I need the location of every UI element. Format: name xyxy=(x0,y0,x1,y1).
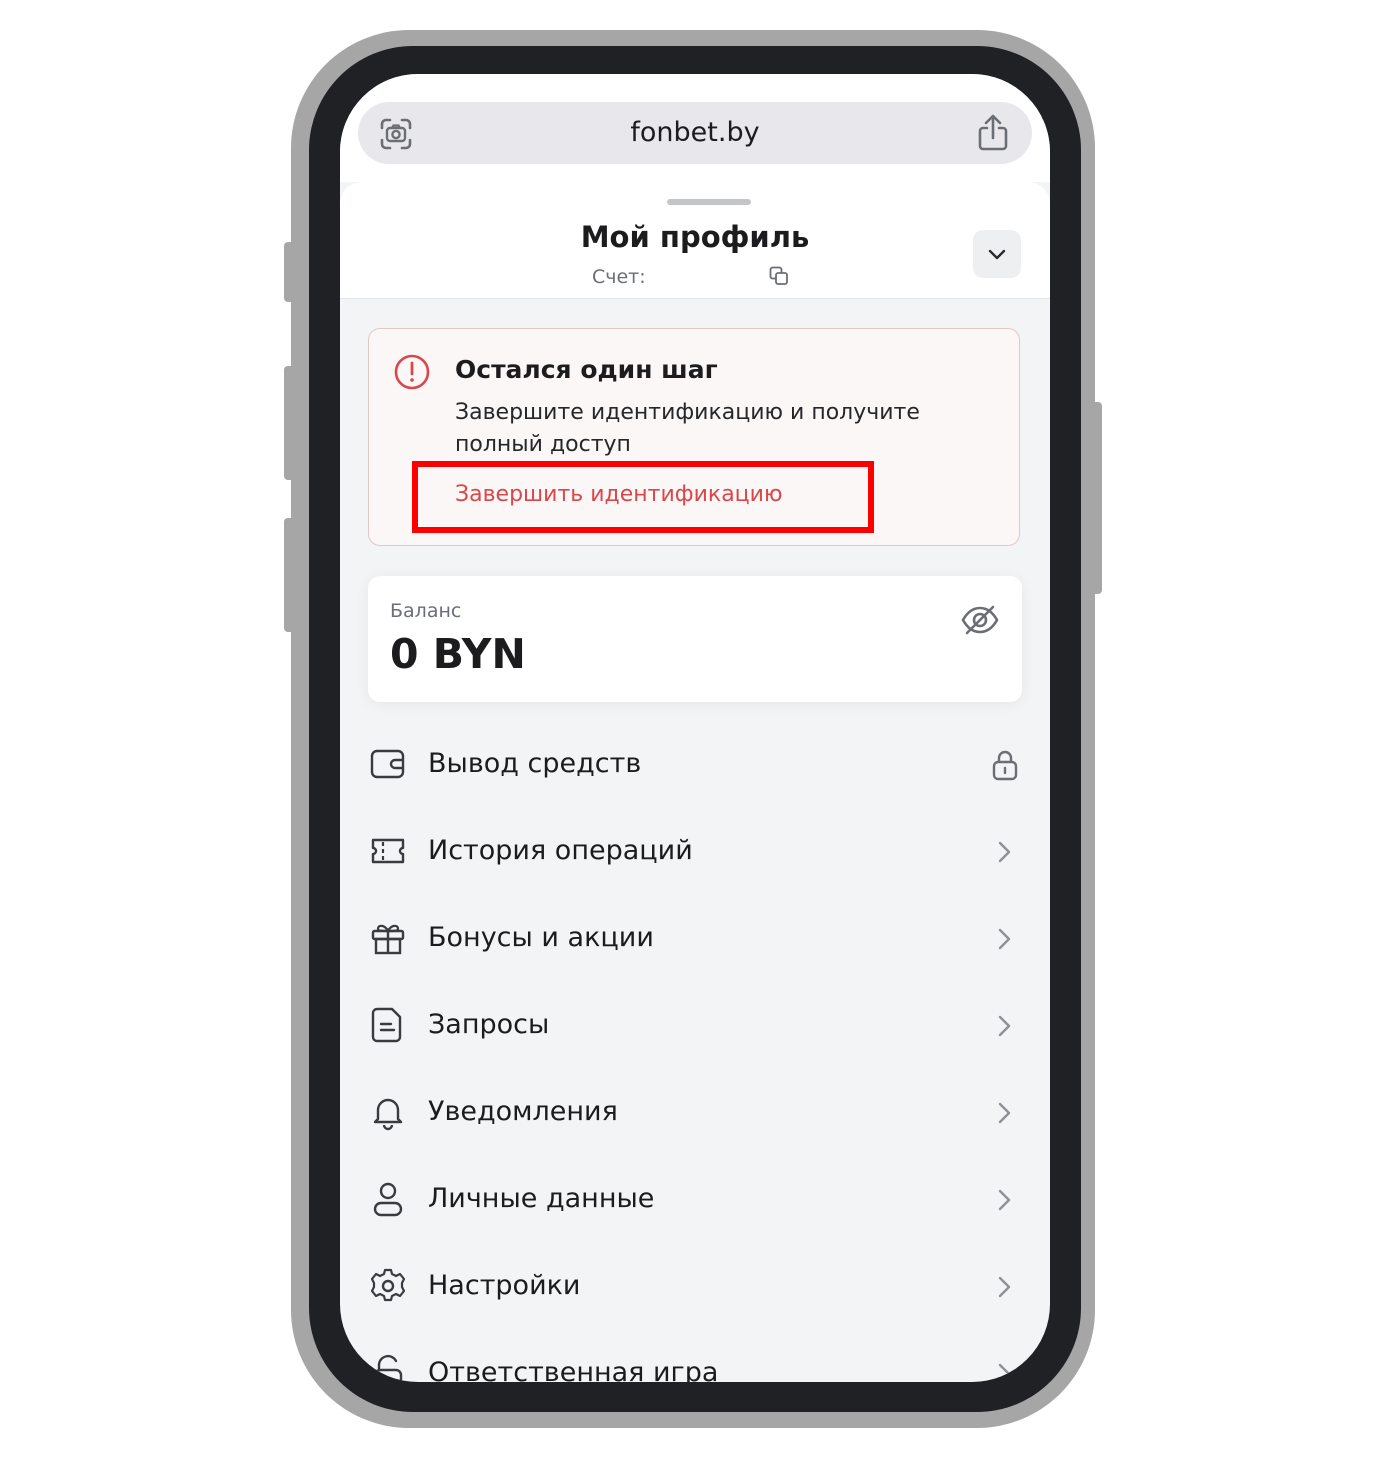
menu-item-withdrawal[interactable]: Вывод средств xyxy=(340,721,1050,808)
ticket-icon xyxy=(371,838,405,864)
shield-lock-icon xyxy=(373,1354,403,1382)
menu-item-label: Бонусы и акции xyxy=(428,922,654,953)
menu-item-history[interactable]: История операций xyxy=(340,808,1050,895)
gear-icon xyxy=(370,1268,406,1302)
sheet-grabber[interactable] xyxy=(667,199,751,205)
menu-item-label: Уведомления xyxy=(428,1096,618,1127)
browser-toolbar: fonbet.by xyxy=(340,74,1050,182)
phone-side-button xyxy=(284,242,296,302)
menu-item-label: История операций xyxy=(428,835,693,866)
phone-screen: fonbet.by Мой профиль Счет: Остался один… xyxy=(340,74,1050,1382)
menu-item-requests[interactable]: Запросы xyxy=(340,982,1050,1069)
menu-item-label: Вывод средств xyxy=(428,748,642,779)
highlight-annotation xyxy=(412,461,874,533)
menu-item-personal-data[interactable]: Личные данные xyxy=(340,1156,1050,1243)
profile-header: Мой профиль Счет: xyxy=(340,182,1050,299)
url-text[interactable]: fonbet.by xyxy=(358,117,1032,148)
menu-item-responsible-gaming[interactable]: Ответственная игра xyxy=(340,1330,1050,1382)
lock-icon xyxy=(992,750,1018,781)
menu-item-bonuses[interactable]: Бонусы и акции xyxy=(340,895,1050,982)
chevron-down-icon xyxy=(988,249,1006,260)
chevron-right-icon xyxy=(998,928,1011,950)
phone-side-button xyxy=(284,366,296,480)
exclamation-circle-icon xyxy=(394,354,430,390)
balance-label: Баланс xyxy=(390,600,462,622)
menu-item-label: Ответственная игра xyxy=(428,1357,719,1382)
copy-icon[interactable] xyxy=(769,266,789,286)
chevron-right-icon xyxy=(998,1363,1011,1382)
chevron-right-icon xyxy=(998,1102,1011,1124)
document-icon xyxy=(371,1007,402,1043)
eye-off-icon[interactable] xyxy=(960,600,1000,640)
alert-title: Остался один шаг xyxy=(455,355,718,384)
address-bar[interactable]: fonbet.by xyxy=(358,102,1032,164)
bell-icon xyxy=(373,1098,403,1131)
balance-card: Баланс 0 BYN xyxy=(368,576,1022,702)
page-title: Мой профиль xyxy=(580,220,810,254)
account-label: Счет: xyxy=(592,266,646,288)
phone-side-button xyxy=(284,518,296,632)
menu-item-label: Настройки xyxy=(428,1270,581,1301)
share-icon[interactable] xyxy=(976,114,1010,152)
balance-value: 0 BYN xyxy=(390,630,526,678)
phone-side-button xyxy=(1090,402,1102,594)
menu-item-label: Личные данные xyxy=(428,1183,655,1214)
wallet-icon xyxy=(370,749,405,779)
chevron-right-icon xyxy=(998,1276,1011,1298)
menu-item-settings[interactable]: Настройки xyxy=(340,1243,1050,1330)
menu-item-notifications[interactable]: Уведомления xyxy=(340,1069,1050,1156)
chevron-right-icon xyxy=(998,841,1011,863)
chevron-right-icon xyxy=(998,1189,1011,1211)
collapse-button[interactable] xyxy=(973,230,1021,278)
menu-item-label: Запросы xyxy=(428,1009,550,1040)
gift-icon xyxy=(371,924,405,955)
user-icon xyxy=(373,1182,403,1217)
alert-text: Завершите идентификацию и получите полны… xyxy=(455,400,920,457)
chevron-right-icon xyxy=(998,1015,1011,1037)
